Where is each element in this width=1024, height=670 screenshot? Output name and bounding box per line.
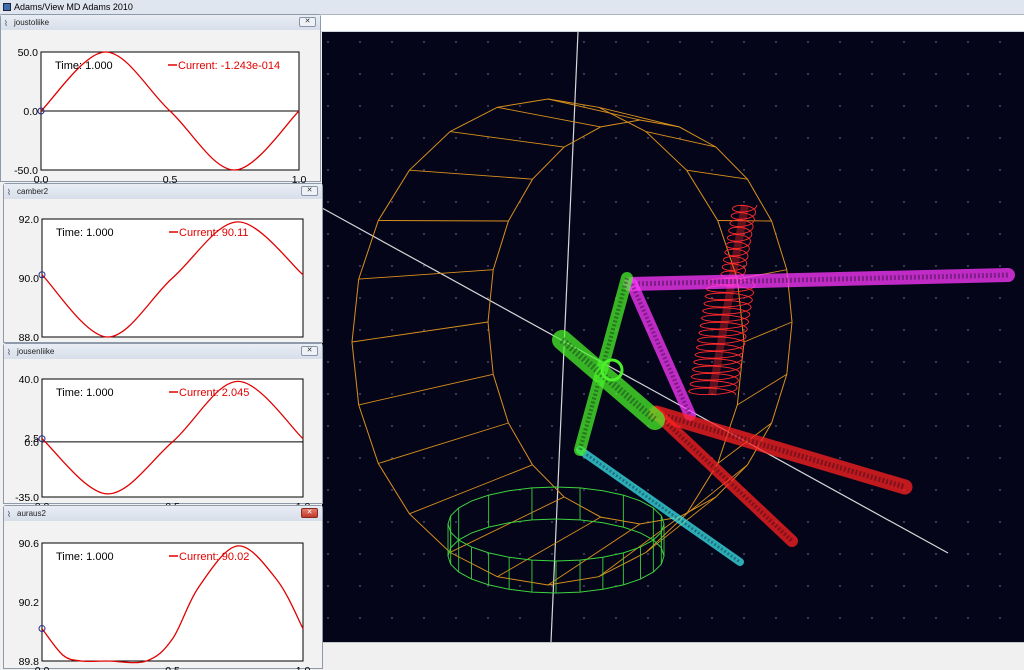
window-menu-icon[interactable]: ⌇ bbox=[7, 345, 11, 360]
app-title-bar: Adams/View MD Adams 2010 bbox=[0, 0, 1024, 15]
close-icon[interactable]: ✕ bbox=[301, 346, 318, 356]
current-readout: Current: -1.243e-014 bbox=[178, 60, 280, 72]
plot-window-auraus2[interactable]: ⌇ auraus2 ✕ 90.690.289.80.00.51.0Time: 1… bbox=[3, 505, 323, 670]
time-readout: Time: 1.000 bbox=[55, 60, 113, 72]
y-tick-label: 40.0 bbox=[19, 374, 40, 386]
x-tick-label: 1.0 bbox=[296, 665, 311, 670]
plot-window-titlebar[interactable]: ⌇ joustoliike ✕ bbox=[1, 15, 320, 30]
y-tick-label: 0.0 bbox=[23, 106, 38, 118]
close-icon[interactable]: ✕ bbox=[301, 508, 318, 518]
y-tick-label: 92.0 bbox=[19, 214, 40, 226]
grid-dots bbox=[322, 32, 1024, 642]
3d-viewport[interactable] bbox=[322, 32, 1024, 642]
strip-chart: 40.02.50.0-35.00.00.51.0Time: 1.000Curre… bbox=[15, 374, 310, 505]
x-tick-label: 0.0 bbox=[35, 665, 50, 670]
time-readout: Time: 1.000 bbox=[56, 227, 114, 239]
app-title: Adams/View MD Adams 2010 bbox=[14, 2, 133, 12]
x-tick-label: 0.0 bbox=[34, 174, 49, 183]
model-scene[interactable] bbox=[322, 32, 1024, 642]
plot-window-title: joustoliike bbox=[14, 18, 50, 27]
tie-rod-link[interactable] bbox=[623, 268, 1015, 291]
plot-area: 50.0 0.0 -50.0 0.0 0.5 1.0 Time: 1.000 Current:… bbox=[1, 30, 320, 183]
window-menu-icon[interactable]: ⌇ bbox=[7, 185, 11, 200]
plot-window-titlebar[interactable]: ⌇ jousenliike ✕ bbox=[4, 344, 322, 359]
x-tick-label: 0.5 bbox=[163, 174, 178, 183]
plot-area: 90.690.289.80.00.51.0Time: 1.000Current:… bbox=[4, 521, 322, 670]
y-tick-label: 90.6 bbox=[19, 538, 40, 550]
plot-area: 40.02.50.0-35.00.00.51.0Time: 1.000Curre… bbox=[4, 359, 322, 505]
time-readout: Time: 1.000 bbox=[56, 551, 114, 563]
x-tick-label: 1.0 bbox=[292, 174, 307, 183]
plot-window-joustoliike[interactable]: ⌇ joustoliike ✕ 50.0 0.0 -50.0 0.0 0.5 1.0 Tim… bbox=[0, 14, 321, 183]
plot-window-camber2[interactable]: ⌇ camber2 ✕ 92.090.088.00.00.51.0Time: 1… bbox=[3, 183, 323, 344]
window-menu-icon[interactable]: ⌇ bbox=[4, 16, 8, 31]
status-bar bbox=[322, 642, 1024, 670]
y-tick-label: 90.0 bbox=[19, 273, 40, 285]
y-tick-label: 0.0 bbox=[24, 437, 39, 449]
close-icon[interactable]: ✕ bbox=[301, 186, 318, 196]
y-tick-label: 50.0 bbox=[18, 47, 39, 59]
app-icon bbox=[3, 3, 11, 11]
x-tick-label: 0.5 bbox=[165, 665, 180, 670]
current-readout: Current: 2.045 bbox=[179, 387, 249, 399]
tire-tread-segment bbox=[378, 220, 509, 222]
time-readout: Time: 1.000 bbox=[56, 387, 114, 399]
plot-window-title: auraus2 bbox=[17, 509, 46, 518]
strip-chart: 92.090.088.00.00.51.0Time: 1.000Current:… bbox=[19, 214, 311, 344]
plot-window-titlebar[interactable]: ⌇ camber2 ✕ bbox=[4, 184, 322, 199]
current-readout: Current: 90.11 bbox=[179, 227, 249, 239]
plot-window-title: jousenliike bbox=[17, 347, 55, 356]
plot-window-titlebar[interactable]: ⌇ auraus2 ✕ bbox=[4, 506, 322, 521]
plot-window-jousenliike[interactable]: ⌇ jousenliike ✕ 40.02.50.0-35.00.00.51.0… bbox=[3, 343, 323, 505]
close-icon[interactable]: ✕ bbox=[299, 17, 316, 27]
current-readout: Current: 90.02 bbox=[179, 551, 249, 563]
plot-area: 92.090.088.00.00.51.0Time: 1.000Current:… bbox=[4, 199, 322, 344]
strip-chart: 90.690.289.80.00.51.0Time: 1.000Current:… bbox=[19, 538, 311, 670]
y-tick-label: 90.2 bbox=[19, 597, 40, 609]
window-menu-icon[interactable]: ⌇ bbox=[7, 507, 11, 522]
plot-window-title: camber2 bbox=[17, 187, 49, 196]
strip-chart: 50.00.0-50.00.0 0.5 1.0Time: 1.000 Current:… bbox=[14, 47, 307, 183]
